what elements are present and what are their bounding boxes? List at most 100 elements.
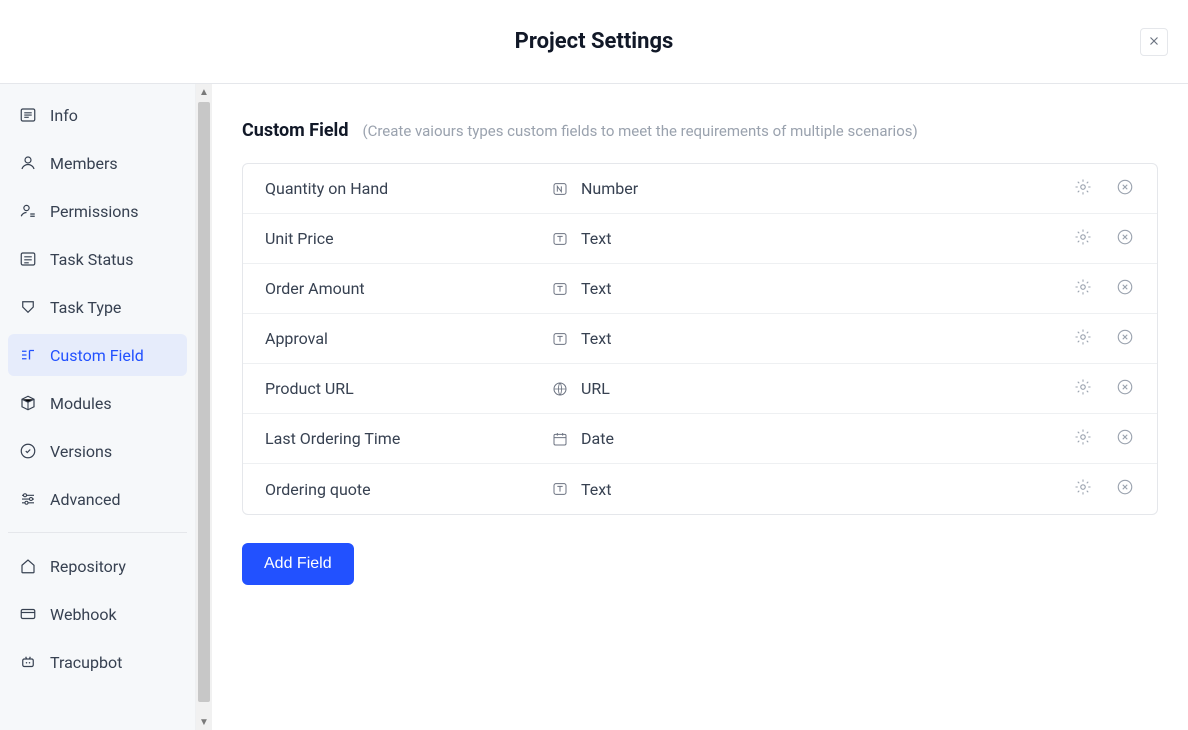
status-icon	[18, 249, 38, 269]
field-name: Product URL	[265, 379, 551, 398]
field-type: Date	[551, 429, 1073, 448]
field-delete-button[interactable]	[1115, 279, 1135, 299]
sidebar-scrollbar[interactable]: ▲ ▼	[196, 84, 212, 730]
custom-fields-list: Quantity on HandNumberUnit PriceTextOrde…	[242, 163, 1158, 515]
scrollbar-thumb[interactable]	[198, 102, 210, 702]
field-settings-button[interactable]	[1073, 329, 1093, 349]
field-delete-button[interactable]	[1115, 329, 1135, 349]
scroll-down-arrow-icon[interactable]: ▼	[196, 714, 212, 730]
sidebar-item-custom-field[interactable]: Custom Field	[8, 334, 187, 376]
field-type: Text	[551, 480, 1073, 499]
sidebar-item-label: Permissions	[50, 202, 138, 221]
page-title: Project Settings	[515, 29, 674, 54]
sidebar-item-label: Tracupbot	[50, 653, 122, 672]
text-type-icon	[551, 330, 569, 348]
gear-icon	[1074, 178, 1092, 200]
gear-icon	[1074, 378, 1092, 400]
delete-icon	[1116, 278, 1134, 300]
gear-icon	[1074, 428, 1092, 450]
sidebar-item-members[interactable]: Members	[8, 142, 187, 184]
delete-icon	[1116, 478, 1134, 500]
url-type-icon	[551, 380, 569, 398]
field-delete-button[interactable]	[1115, 429, 1135, 449]
field-type-label: Number	[581, 179, 638, 198]
sidebar-item-info[interactable]: Info	[8, 94, 187, 136]
sidebar-item-label: Task Type	[50, 298, 121, 317]
sidebar-item-versions[interactable]: Versions	[8, 430, 187, 472]
field-settings-button[interactable]	[1073, 429, 1093, 449]
field-name: Ordering quote	[265, 480, 551, 499]
close-button[interactable]	[1140, 28, 1168, 56]
scroll-up-arrow-icon[interactable]: ▲	[196, 84, 212, 100]
field-row: Product URL URL	[243, 364, 1157, 414]
gear-icon	[1074, 278, 1092, 300]
module-icon	[18, 393, 38, 413]
field-settings-button[interactable]	[1073, 179, 1093, 199]
text-type-icon	[551, 230, 569, 248]
delete-icon	[1116, 178, 1134, 200]
section-title-text: Custom Field	[242, 120, 348, 141]
field-row: Order Amount Text	[243, 264, 1157, 314]
date-type-icon	[551, 430, 569, 448]
field-settings-button[interactable]	[1073, 279, 1093, 299]
field-delete-button[interactable]	[1115, 479, 1135, 499]
field-type: Text	[551, 329, 1073, 348]
settings-header: Project Settings	[0, 0, 1188, 84]
field-type: Text	[551, 279, 1073, 298]
field-delete-button[interactable]	[1115, 179, 1135, 199]
settings-sidebar: Info Members Permissions Task Status Task Ty…	[0, 84, 196, 730]
version-icon	[18, 441, 38, 461]
gear-icon	[1074, 228, 1092, 250]
field-row: Unit Price Text	[243, 214, 1157, 264]
sidebar-item-webhook[interactable]: Webhook	[8, 593, 187, 635]
field-row: Last Ordering TimeDate	[243, 414, 1157, 464]
field-type-label: Text	[581, 229, 611, 248]
field-name: Quantity on Hand	[265, 179, 551, 198]
sidebar-item-permissions[interactable]: Permissions	[8, 190, 187, 232]
field-settings-button[interactable]	[1073, 229, 1093, 249]
field-type-label: Text	[581, 279, 611, 298]
field-type-label: Text	[581, 480, 611, 499]
field-type-label: Text	[581, 329, 611, 348]
gear-icon	[1074, 328, 1092, 350]
sidebar-item-tracupbot[interactable]: Tracupbot	[8, 641, 187, 683]
field-settings-button[interactable]	[1073, 379, 1093, 399]
sidebar-item-label: Advanced	[50, 490, 121, 509]
field-name: Last Ordering Time	[265, 429, 551, 448]
sidebar-item-modules[interactable]: Modules	[8, 382, 187, 424]
sidebar-item-label: Task Status	[50, 250, 133, 269]
delete-icon	[1116, 328, 1134, 350]
section-header: Custom Field (Create vaiours types custo…	[242, 120, 1158, 141]
sidebar-item-label: Info	[50, 106, 78, 125]
sidebar-item-label: Webhook	[50, 605, 117, 624]
sidebar-item-task-type[interactable]: Task Type	[8, 286, 187, 328]
sidebar-item-repository[interactable]: Repository	[8, 545, 187, 587]
sidebar-item-label: Custom Field	[50, 346, 144, 365]
field-name: Approval	[265, 329, 551, 348]
add-field-button[interactable]: Add Field	[242, 543, 354, 585]
sidebar-item-advanced[interactable]: Advanced	[8, 478, 187, 520]
sidebar-item-task-status[interactable]: Task Status	[8, 238, 187, 280]
field-type-label: URL	[581, 379, 610, 398]
text-type-icon	[551, 280, 569, 298]
text-type-icon	[551, 480, 569, 498]
gear-icon	[1074, 478, 1092, 500]
field-delete-button[interactable]	[1115, 379, 1135, 399]
delete-icon	[1116, 228, 1134, 250]
field-type: Text	[551, 229, 1073, 248]
field-type: Number	[551, 179, 1073, 198]
perm-icon	[18, 201, 38, 221]
home-icon	[18, 556, 38, 576]
delete-icon	[1116, 378, 1134, 400]
field-row: Ordering quote Text	[243, 464, 1157, 514]
field-delete-button[interactable]	[1115, 229, 1135, 249]
list-icon	[18, 105, 38, 125]
field-name: Order Amount	[265, 279, 551, 298]
field-type: URL	[551, 379, 1073, 398]
sidebar-item-label: Versions	[50, 442, 112, 461]
sliders-icon	[18, 489, 38, 509]
field-name: Unit Price	[265, 229, 551, 248]
field-settings-button[interactable]	[1073, 479, 1093, 499]
sidebar-item-label: Modules	[50, 394, 112, 413]
field-icon	[18, 345, 38, 365]
